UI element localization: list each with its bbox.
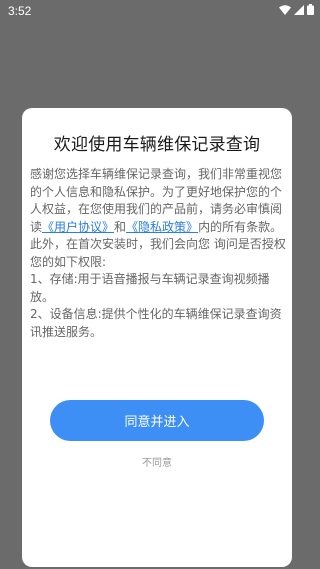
status-icons: [279, 4, 314, 18]
permission-item-device-info: 2、设备信息:提供个性化的车辆维保记录查询资讯推送服务。: [30, 307, 282, 339]
status-bar: 3:52: [0, 0, 320, 22]
dialog-title: 欢迎使用车辆维保记录查询: [53, 135, 261, 155]
dialog-body: 感谢您选择车辆维保记录查询，我们非常重视您的个人信息和隐私保护。为了更好地保护您…: [30, 166, 286, 341]
agree-button[interactable]: 同意并进入: [50, 400, 264, 441]
privacy-dialog: 欢迎使用车辆维保记录查询 感谢您选择车辆维保记录查询，我们非常重视您的个人信息和…: [22, 108, 292, 567]
user-agreement-link[interactable]: 《用户协议》: [42, 220, 114, 234]
privacy-policy-link[interactable]: 《隐私政策》: [126, 220, 198, 234]
disagree-button[interactable]: 不同意: [22, 454, 292, 469]
permission-item-storage: 1、存储:用于语音播报与车辆记录查询视频播放。: [30, 272, 270, 304]
signal-icon: [294, 4, 304, 18]
wifi-icon: [279, 4, 291, 18]
status-time: 3:52: [8, 4, 32, 18]
battery-icon: [307, 4, 314, 18]
body-and: 和: [114, 219, 127, 234]
